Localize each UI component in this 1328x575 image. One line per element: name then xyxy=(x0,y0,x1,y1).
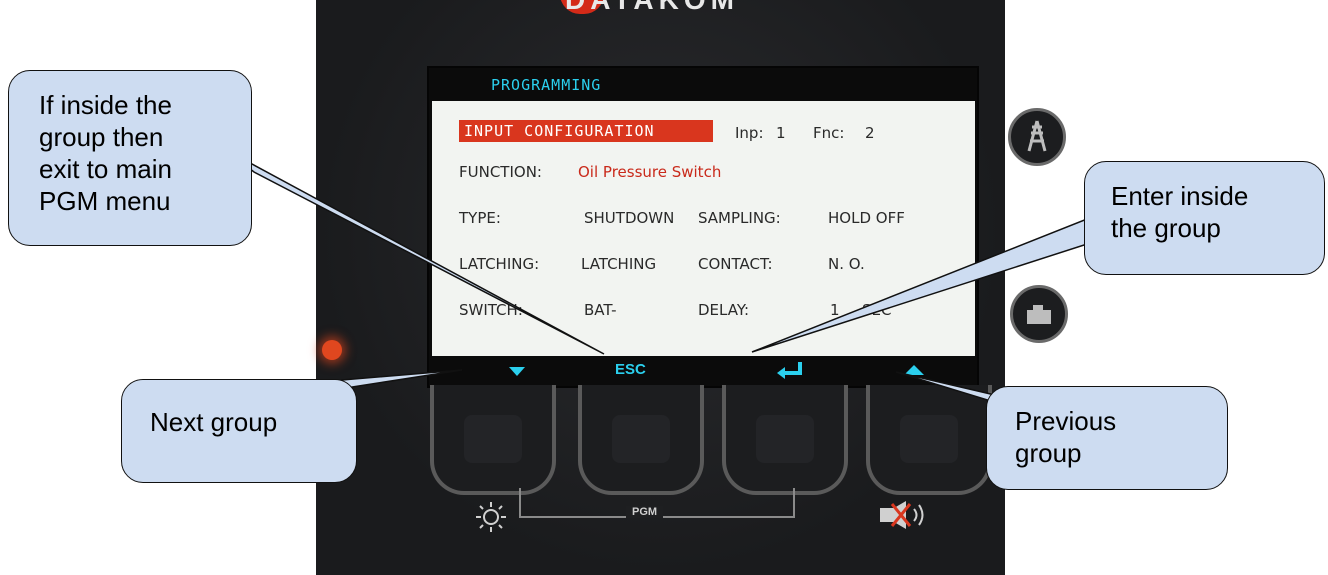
latching-value: LATCHING xyxy=(581,255,657,273)
function-label: FUNCTION: xyxy=(459,163,542,181)
callout-next-line1: Next group xyxy=(150,407,278,437)
previous-group-button[interactable] xyxy=(866,385,992,495)
type-label: TYPE: xyxy=(459,209,501,227)
latching-label: LATCHING: xyxy=(459,255,540,273)
alarm-led xyxy=(322,340,342,360)
callout-previous-line2: group xyxy=(1015,438,1082,468)
delay-value: 1 xyxy=(830,301,840,319)
delay-label: DELAY: xyxy=(698,301,750,319)
generator-icon xyxy=(1010,285,1068,343)
callout-enter-line1: Enter inside xyxy=(1111,181,1249,211)
horn-mute-icon xyxy=(880,501,924,529)
enter-button[interactable] xyxy=(722,385,848,495)
brand-name: DATAKOM xyxy=(565,0,895,12)
inp-label: Inp: xyxy=(735,124,764,142)
sampling-value: HOLD OFF xyxy=(828,209,905,227)
callout-exit-line4: PGM menu xyxy=(39,186,171,216)
callout-exit-line1: If inside the xyxy=(39,90,172,120)
fnc-value: 2 xyxy=(865,124,875,142)
callout-exit-line2: group then xyxy=(39,122,164,152)
callout-enter-line2: the group xyxy=(1111,213,1221,243)
fnc-label: Fnc: xyxy=(813,124,845,142)
mains-tower-icon xyxy=(1008,108,1066,166)
up-arrow-icon xyxy=(904,365,924,375)
section-header: INPUT CONFIGURATION xyxy=(464,122,655,140)
pgm-label: PGM xyxy=(626,506,664,518)
contact-label: CONTACT: xyxy=(698,255,773,273)
callout-exit-line3: exit to main xyxy=(39,154,172,184)
enter-icon xyxy=(777,362,802,379)
lcd-title: PROGRAMMING xyxy=(491,76,602,94)
type-value: SHUTDOWN xyxy=(584,209,675,227)
next-group-button[interactable] xyxy=(430,385,556,495)
lamp-test-icon xyxy=(476,502,506,532)
inp-value: 1 xyxy=(776,124,786,142)
sampling-label: SAMPLING: xyxy=(698,209,781,227)
callout-previous-line1: Previous xyxy=(1015,406,1117,436)
contact-value: N. O. xyxy=(828,255,865,273)
down-arrow-icon xyxy=(509,367,525,376)
esc-button[interactable] xyxy=(578,385,704,495)
esc-softkey-label: ESC xyxy=(615,361,646,378)
delay-unit: SEC xyxy=(862,301,892,319)
callout-next: Next group xyxy=(121,379,357,483)
switch-value: BAT- xyxy=(584,301,617,319)
callout-previous: Previous group xyxy=(986,386,1228,490)
lcd-display: PROGRAMMING INPUT CONFIGURATION Inp: 1 F… xyxy=(427,66,979,388)
callout-enter: Enter inside the group xyxy=(1084,161,1325,275)
callout-exit: If inside the group then exit to main PG… xyxy=(8,70,252,246)
switch-label: SWITCH: xyxy=(459,301,523,319)
function-value: Oil Pressure Switch xyxy=(578,163,722,181)
lcd-screen: INPUT CONFIGURATION Inp: 1 Fnc: 2 FUNCTI… xyxy=(432,101,975,356)
